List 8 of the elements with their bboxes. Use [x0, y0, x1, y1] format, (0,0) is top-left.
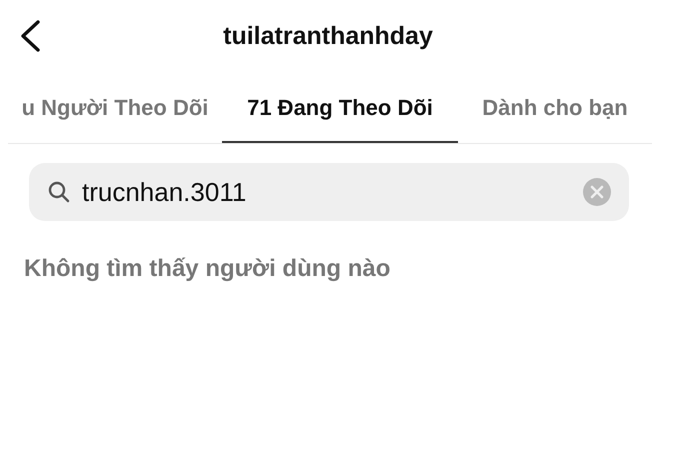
tab[interactable]: 71 Đang Theo Dõi — [222, 74, 458, 143]
profile-username: tuilatranthanhday — [223, 21, 433, 52]
tab[interactable]: Dành cho bạn — [458, 74, 652, 143]
search-icon — [47, 180, 71, 204]
search-bar[interactable]: trucnhan.3011 — [29, 163, 629, 221]
empty-results-message: Không tìm thấy người dùng nào — [24, 254, 392, 284]
tab[interactable]: u Người Theo Dõi — [8, 74, 222, 143]
search-input[interactable]: trucnhan.3011 — [82, 172, 583, 212]
